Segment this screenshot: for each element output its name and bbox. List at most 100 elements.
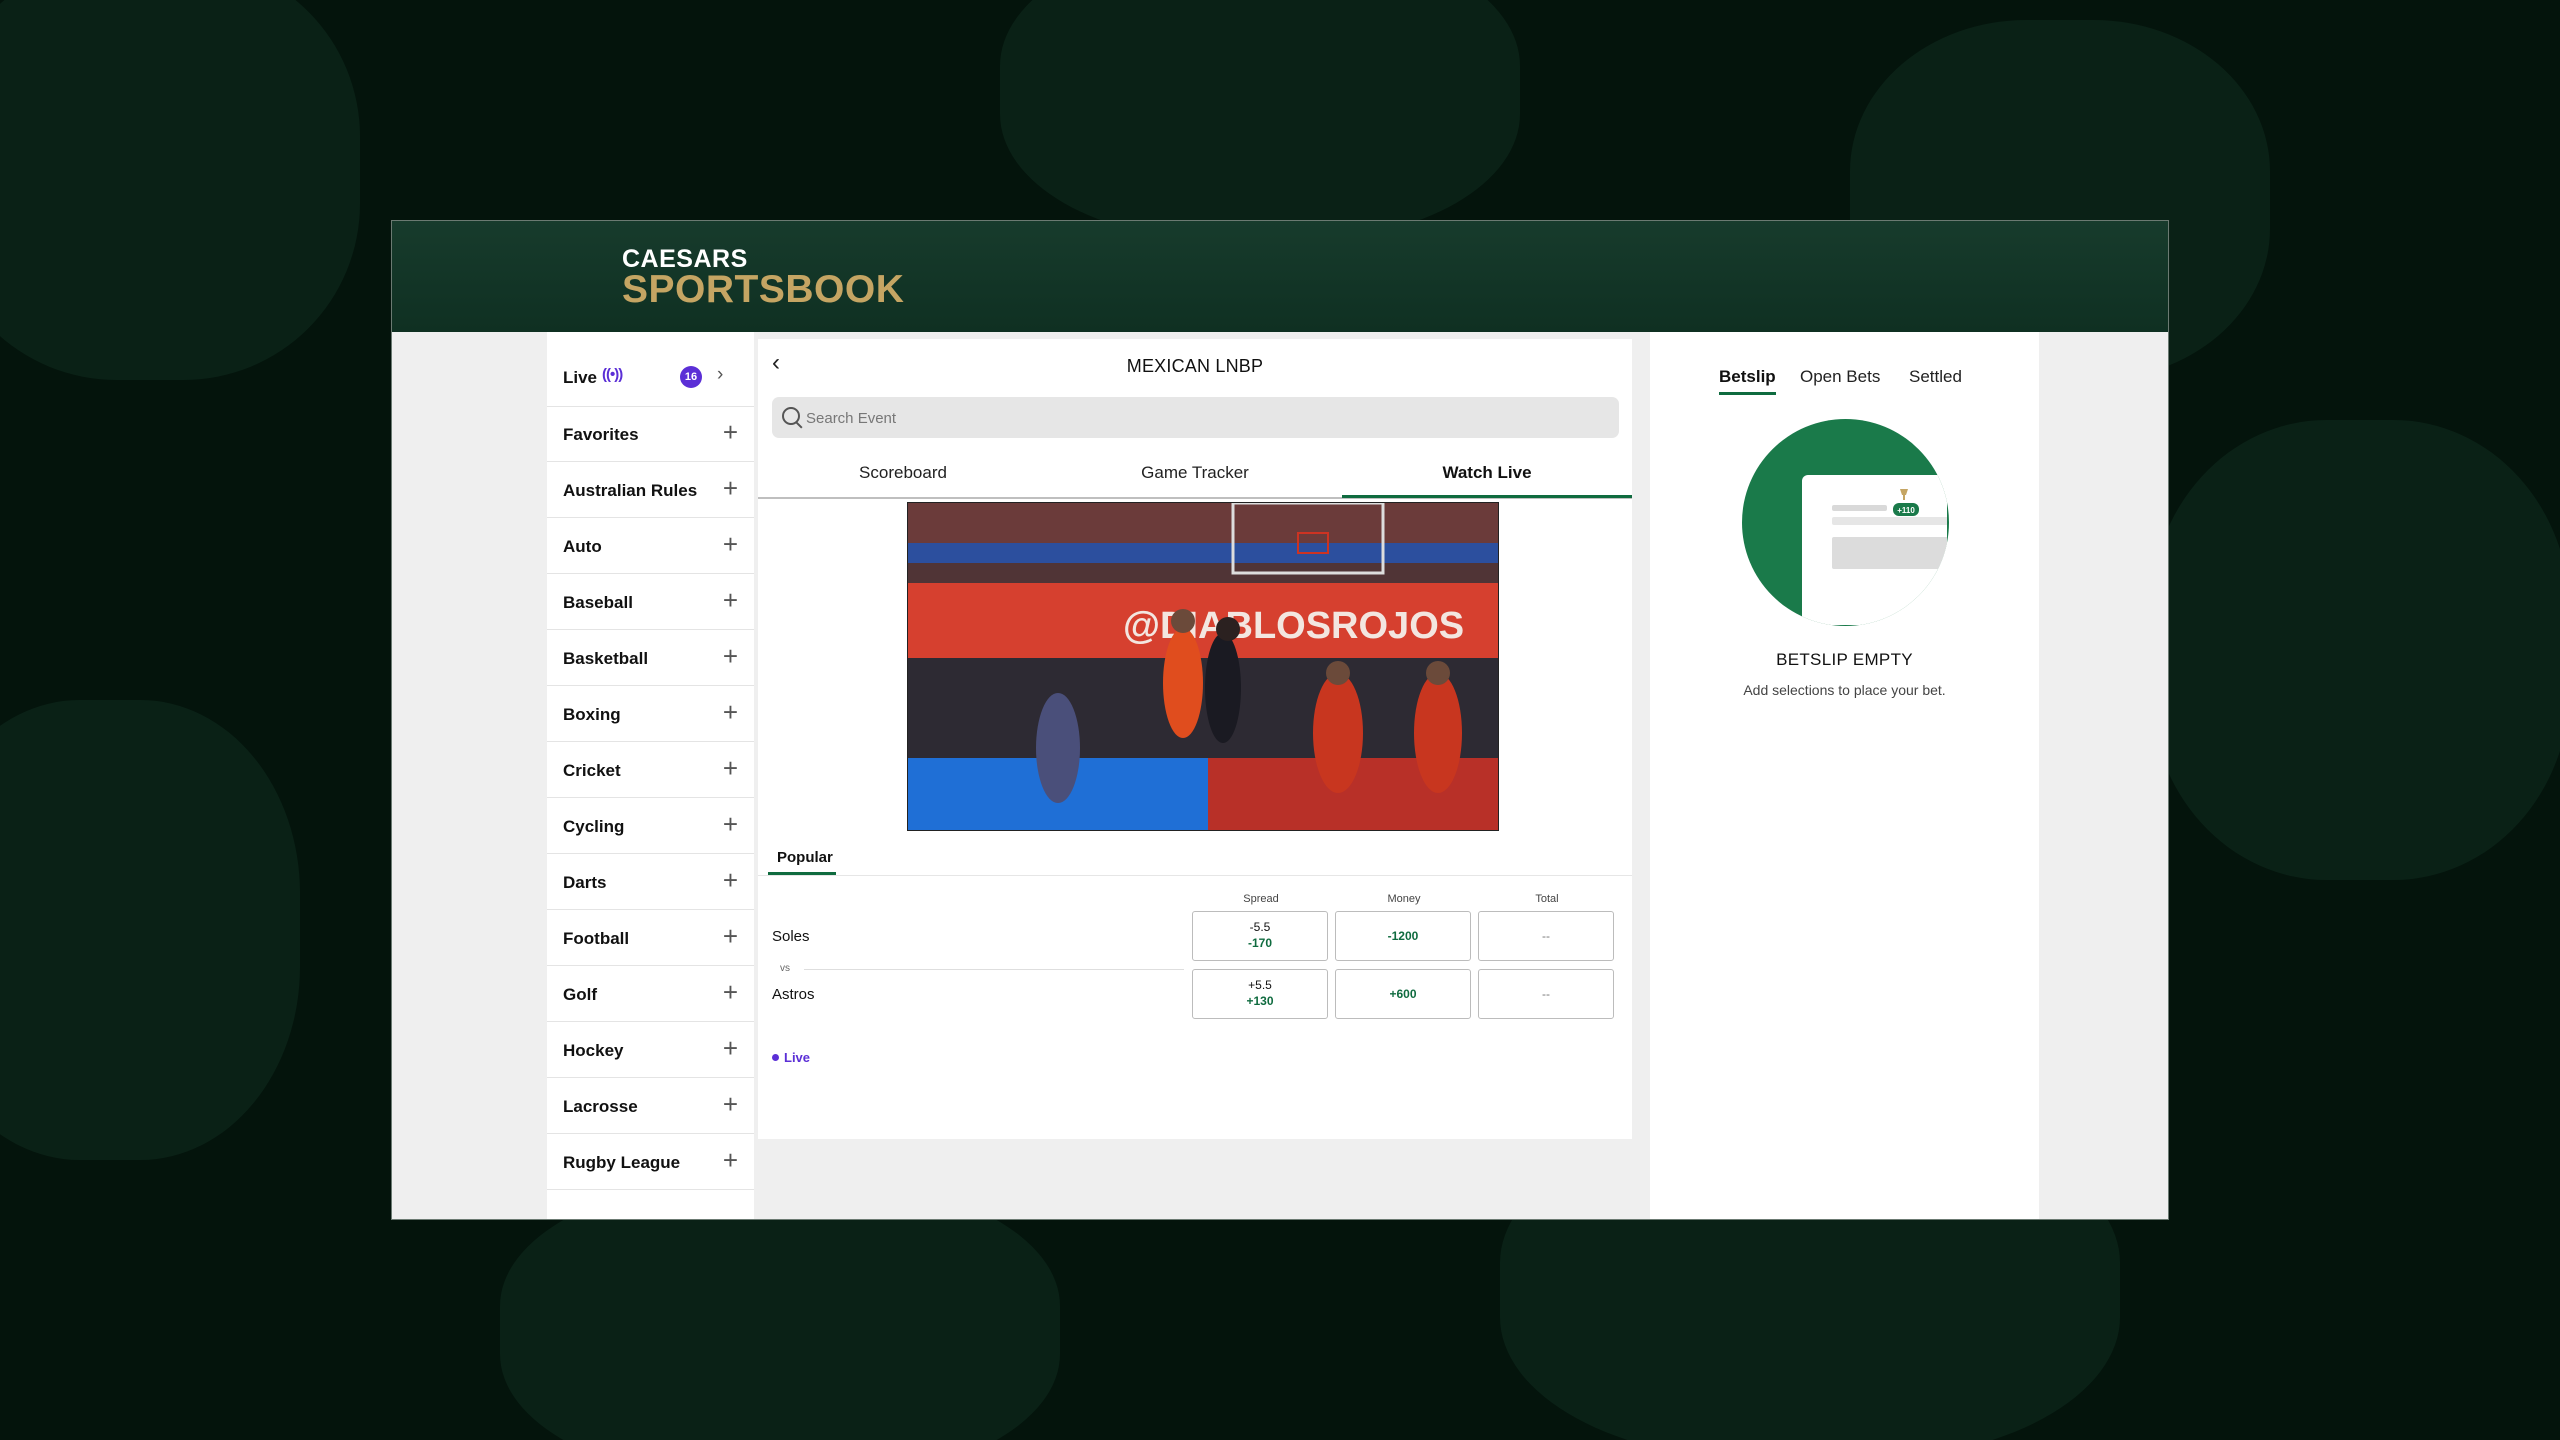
tab-popular[interactable]: Popular: [777, 849, 833, 866]
live-status-label: Live: [784, 1050, 811, 1065]
moneyline-odds: +600: [1389, 987, 1417, 1001]
moneyline-odds: -1200: [1387, 929, 1419, 943]
video-frame: @DIABLOSROJOS: [908, 503, 1498, 830]
odds-button-total-home[interactable]: --: [1478, 911, 1614, 961]
total-odds: --: [1542, 987, 1550, 1001]
plus-icon[interactable]: +: [723, 697, 738, 728]
spread-line: -5.5: [1249, 920, 1271, 934]
search-bar[interactable]: [772, 397, 1619, 440]
betslip-panel: Betslip Open Bets Settled +110 BETSLIP E…: [1650, 332, 2039, 1219]
tab-scoreboard[interactable]: Scoreboard: [758, 463, 1048, 483]
sidebar-item-label: Football: [563, 929, 630, 948]
active-tab-indicator: [1342, 495, 1632, 498]
search-input[interactable]: [804, 397, 1608, 440]
sidebar-item-rugby-league[interactable]: Rugby League +: [547, 1135, 754, 1190]
team-name-home: Soles: [772, 928, 810, 945]
column-header-money: Money: [1387, 893, 1421, 905]
sidebar-item-label: Rugby League: [563, 1153, 681, 1172]
sidebar-item-auto[interactable]: Auto +: [547, 519, 754, 574]
plus-icon[interactable]: +: [723, 641, 738, 672]
browser-window: CAESARS SPORTSBOOK Live ((•)) 16 › Favor…: [391, 220, 2169, 1220]
sidebar-item-label: Favorites: [563, 425, 639, 444]
event-tabs: Scoreboard Game Tracker Watch Live: [758, 453, 1632, 499]
search-icon: [782, 407, 800, 425]
brand-logo-sportsbook[interactable]: SPORTSBOOK: [622, 268, 904, 312]
sidebar-item-label: Auto: [563, 537, 602, 556]
plus-icon[interactable]: +: [723, 1033, 738, 1064]
sidebar-item-label: Cricket: [563, 761, 621, 780]
sidebar-item-boxing[interactable]: Boxing +: [547, 687, 754, 742]
betslip-card-icon: +110: [1802, 475, 1949, 625]
market-section-tabs: Popular: [758, 834, 1632, 876]
plus-icon[interactable]: +: [723, 1089, 738, 1120]
tab-betslip[interactable]: Betslip: [1719, 367, 1776, 387]
sidebar-item-label: Cycling: [563, 817, 625, 836]
active-tab-indicator: [1719, 392, 1776, 395]
page-content: Live ((•)) 16 › Favorites + Australian R…: [392, 332, 2168, 1219]
team-name-away: Astros: [772, 986, 815, 1003]
plus-icon[interactable]: +: [723, 473, 738, 504]
odds-button-money-home[interactable]: -1200: [1335, 911, 1471, 961]
sidebar-item-australian-rules[interactable]: Australian Rules +: [547, 463, 754, 518]
plus-icon[interactable]: +: [723, 585, 738, 616]
app-header: CAESARS SPORTSBOOK: [392, 221, 2168, 332]
active-tab-indicator: [768, 872, 836, 875]
sidebar-item-live[interactable]: Live ((•)) 16 ›: [547, 350, 754, 407]
tab-watch-live[interactable]: Watch Live: [1342, 463, 1632, 483]
tab-settled[interactable]: Settled: [1909, 367, 1962, 387]
sidebar-item-label: Hockey: [563, 1041, 624, 1060]
column-header-total: Total: [1535, 893, 1559, 905]
spread-odds: +130: [1246, 994, 1274, 1008]
spread-line: +5.5: [1248, 978, 1272, 992]
sports-sidebar: Live ((•)) 16 › Favorites + Australian R…: [547, 332, 754, 1219]
sidebar-item-hockey[interactable]: Hockey +: [547, 1023, 754, 1078]
sidebar-item-label: Basketball: [563, 649, 649, 668]
sidebar-item-label: Darts: [563, 873, 607, 892]
sidebar-item-label: Live: [563, 368, 598, 387]
betslip-empty-subtitle: Add selections to place your bet.: [1743, 682, 1946, 698]
sidebar-item-cricket[interactable]: Cricket +: [547, 743, 754, 798]
sidebar-item-label: Golf: [563, 985, 597, 1004]
live-dot-icon: [772, 1054, 779, 1061]
sidebar-item-label: Australian Rules: [563, 481, 698, 500]
odds-button-total-away[interactable]: --: [1478, 969, 1614, 1019]
empty-betslip-illustration: +110: [1742, 419, 1949, 626]
odds-button-money-away[interactable]: +600: [1335, 969, 1471, 1019]
vs-label: vs: [780, 963, 790, 974]
sidebar-item-darts[interactable]: Darts +: [547, 855, 754, 910]
live-broadcast-icon: ((•)): [602, 366, 623, 383]
tab-game-tracker[interactable]: Game Tracker: [1050, 463, 1340, 483]
column-header-spread: Spread: [1243, 893, 1279, 905]
plus-icon[interactable]: +: [723, 865, 738, 896]
chevron-right-icon: ›: [717, 364, 724, 385]
sidebar-item-favorites[interactable]: Favorites +: [547, 407, 754, 462]
event-panel: ‹ MEXICAN LNBP Scoreboard Game Tracker W…: [758, 339, 1632, 1139]
sidebar-item-label: Boxing: [563, 705, 621, 724]
odds-badge-label: +110: [1897, 506, 1915, 515]
live-count-badge: 16: [680, 366, 702, 388]
spread-odds: -170: [1247, 936, 1273, 950]
plus-icon[interactable]: +: [723, 977, 738, 1008]
divider: [804, 969, 1184, 970]
total-odds: --: [1542, 929, 1550, 943]
plus-icon[interactable]: +: [723, 417, 738, 448]
live-video-stream[interactable]: @DIABLOSROJOS: [907, 502, 1499, 831]
betslip-empty-title: BETSLIP EMPTY: [1776, 650, 1913, 669]
sidebar-item-label: Baseball: [563, 593, 633, 612]
sidebar-item-basketball[interactable]: Basketball +: [547, 631, 754, 686]
odds-button-spread-home[interactable]: -5.5 -170: [1192, 911, 1328, 961]
page-title: MEXICAN LNBP: [1126, 356, 1264, 376]
plus-icon[interactable]: +: [723, 1145, 738, 1176]
sidebar-item-football[interactable]: Football +: [547, 911, 754, 966]
odds-button-spread-away[interactable]: +5.5 +130: [1192, 969, 1328, 1019]
plus-icon[interactable]: +: [723, 809, 738, 840]
sidebar-item-golf[interactable]: Golf +: [547, 967, 754, 1022]
plus-icon[interactable]: +: [723, 921, 738, 952]
sidebar-item-baseball[interactable]: Baseball +: [547, 575, 754, 630]
sidebar-item-cycling[interactable]: Cycling +: [547, 799, 754, 854]
tab-open-bets[interactable]: Open Bets: [1800, 367, 1880, 387]
plus-icon[interactable]: +: [723, 753, 738, 784]
live-status-indicator: Live: [772, 1050, 810, 1065]
sidebar-item-lacrosse[interactable]: Lacrosse +: [547, 1079, 754, 1134]
plus-icon[interactable]: +: [723, 529, 738, 560]
